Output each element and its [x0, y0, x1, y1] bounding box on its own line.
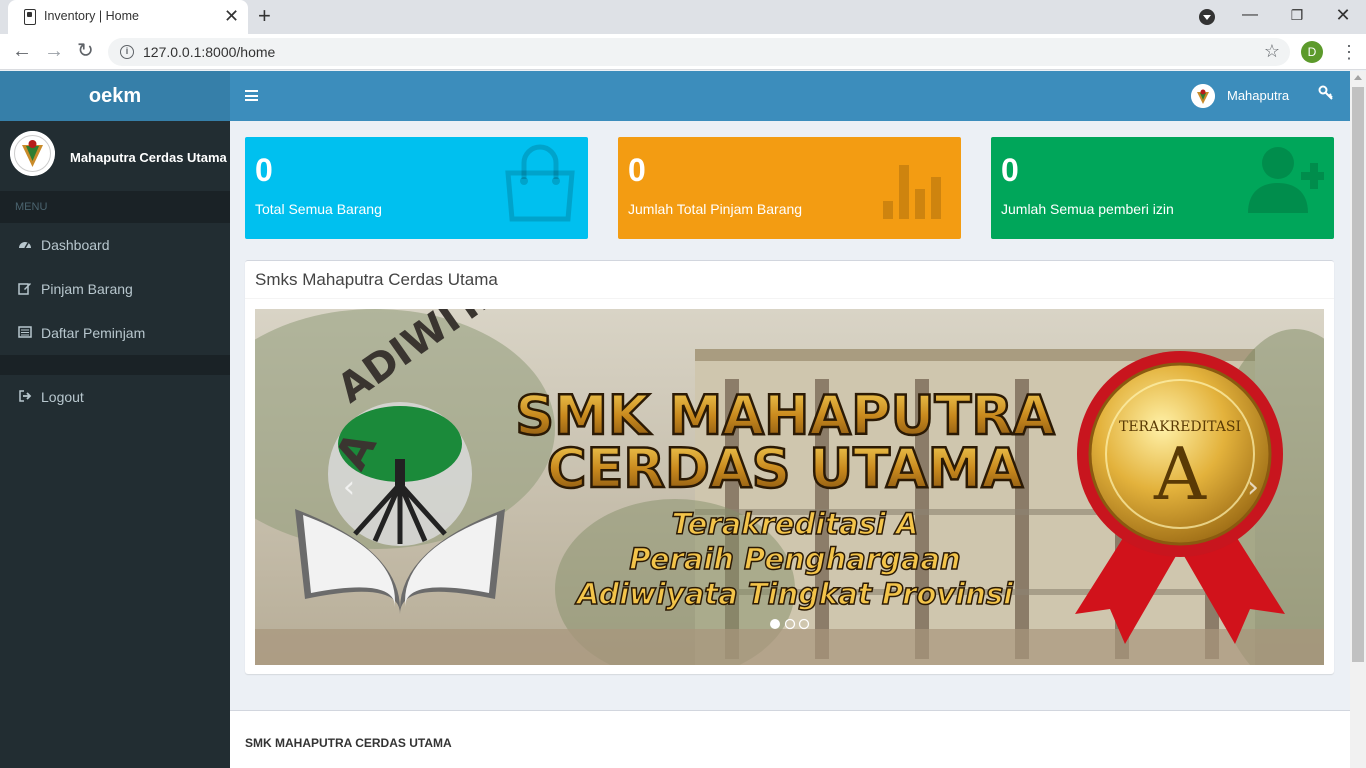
panel-title: Smks Mahaputra Cerdas Utama [255, 270, 498, 289]
tab-search-icon[interactable] [1199, 9, 1215, 25]
site-info-icon[interactable]: i [120, 45, 134, 59]
new-tab-icon[interactable]: + [258, 4, 271, 28]
sidebar-divider [0, 355, 230, 375]
stat-value: 0 [255, 152, 273, 188]
profile-avatar[interactable]: D [1301, 41, 1323, 63]
sidebar-item-label: Daftar Peminjam [41, 325, 146, 341]
app-viewport: oekm Mahaputra Mahaputra Cerdas Utama ME… [0, 71, 1350, 768]
user-avatar[interactable] [1191, 84, 1215, 108]
carousel-panel: Smks Mahaputra Cerdas Utama A SMK MAHAPU… [245, 260, 1334, 674]
sidebar-item-label: Dashboard [41, 237, 110, 253]
page-favicon-icon [24, 9, 36, 25]
banner-title-line2: CERDAS UTAMA [547, 437, 1023, 500]
stat-value: 0 [628, 152, 646, 188]
browser-tabstrip: Inventory | Home ✕ + — ❐ ✕ [0, 0, 1366, 34]
minimize-icon[interactable]: — [1230, 4, 1270, 26]
stat-label: Total Semua Barang [255, 201, 382, 217]
list-icon [18, 326, 32, 339]
reload-icon[interactable]: ↻ [77, 40, 94, 62]
menu-toggle-icon[interactable] [245, 90, 258, 101]
medal-letter: A [1153, 432, 1207, 516]
sidebar: Mahaputra Cerdas Utama MENU Dashboard Pi… [0, 121, 230, 768]
banner-subtitle-line3: Adiwiyata Tingkat Provinsi [575, 577, 1014, 611]
dashboard-icon [19, 242, 31, 249]
sidebar-avatar [10, 131, 55, 176]
page-scrollbar[interactable] [1350, 71, 1366, 768]
stat-label: Jumlah Semua pemberi izin [1001, 201, 1174, 217]
close-tab-icon[interactable]: ✕ [224, 6, 239, 26]
stat-box-total-barang: 0 Total Semua Barang [245, 137, 588, 239]
browser-tab[interactable]: Inventory | Home ✕ [8, 0, 248, 34]
sidebar-user-name: Mahaputra Cerdas Utama [70, 150, 227, 165]
maximize-icon[interactable]: ❐ [1277, 4, 1317, 26]
carousel-prev-icon[interactable]: ‹ [343, 470, 355, 505]
logout-icon [19, 390, 32, 403]
carousel-indicator-active[interactable] [770, 619, 780, 629]
sidebar-item-pinjam-barang[interactable]: Pinjam Barang [0, 267, 230, 311]
sidebar-item-dashboard[interactable]: Dashboard [0, 223, 230, 267]
user-name[interactable]: Mahaputra [1227, 88, 1289, 103]
scroll-up-icon[interactable] [1354, 75, 1362, 80]
banner-subtitle-line2: Peraih Penghargaan [629, 542, 960, 576]
sidebar-item-label: Pinjam Barang [41, 281, 133, 297]
banner-subtitle-line1: Terakreditasi A [672, 507, 919, 541]
stat-value: 0 [1001, 152, 1019, 188]
banner-carousel[interactable]: A ADIWIYATA SMK MAHAPUTRA CERDAS UTAMA T… [255, 309, 1324, 665]
app-logo[interactable]: oekm [0, 71, 230, 121]
panel-divider [245, 298, 1334, 299]
user-add-icon [1248, 147, 1324, 213]
close-window-icon[interactable]: ✕ [1323, 4, 1363, 26]
footer-title: SMK MAHAPUTRA CERDAS UTAMA [245, 736, 452, 750]
sidebar-item-logout[interactable]: Logout [0, 375, 230, 419]
edit-icon [18, 283, 31, 296]
browser-toolbar: ← → ↻ i 127.0.0.1:8000/home ☆ [0, 34, 1366, 70]
bookmark-star-icon[interactable]: ☆ [1264, 41, 1280, 62]
browser-menu-icon[interactable]: ⋮ [1340, 40, 1358, 64]
forward-icon[interactable]: → [44, 40, 64, 62]
url-text[interactable]: 127.0.0.1:8000/home [143, 44, 275, 60]
back-icon[interactable]: ← [12, 40, 32, 62]
page-footer: SMK MAHAPUTRA CERDAS UTAMA [230, 710, 1350, 768]
tab-title: Inventory | Home [44, 9, 139, 23]
sidebar-item-label: Logout [41, 389, 84, 405]
sidebar-menu-header: MENU [0, 191, 230, 223]
top-navbar: Mahaputra [230, 71, 1350, 121]
stat-box-pemberi-izin: 0 Jumlah Semua pemberi izin [991, 137, 1334, 239]
address-bar[interactable]: i 127.0.0.1:8000/home ☆ [108, 38, 1290, 66]
bar-chart-icon [883, 165, 941, 219]
shopping-bag-icon [505, 144, 575, 222]
carousel-next-icon[interactable]: › [1247, 470, 1259, 505]
sidebar-item-daftar-peminjam[interactable]: Daftar Peminjam [0, 311, 230, 355]
stat-label: Jumlah Total Pinjam Barang [628, 201, 803, 217]
key-icon[interactable] [1318, 85, 1334, 101]
stat-box-pinjam-barang: 0 Jumlah Total Pinjam Barang [618, 137, 961, 239]
scroll-thumb[interactable] [1352, 87, 1364, 662]
